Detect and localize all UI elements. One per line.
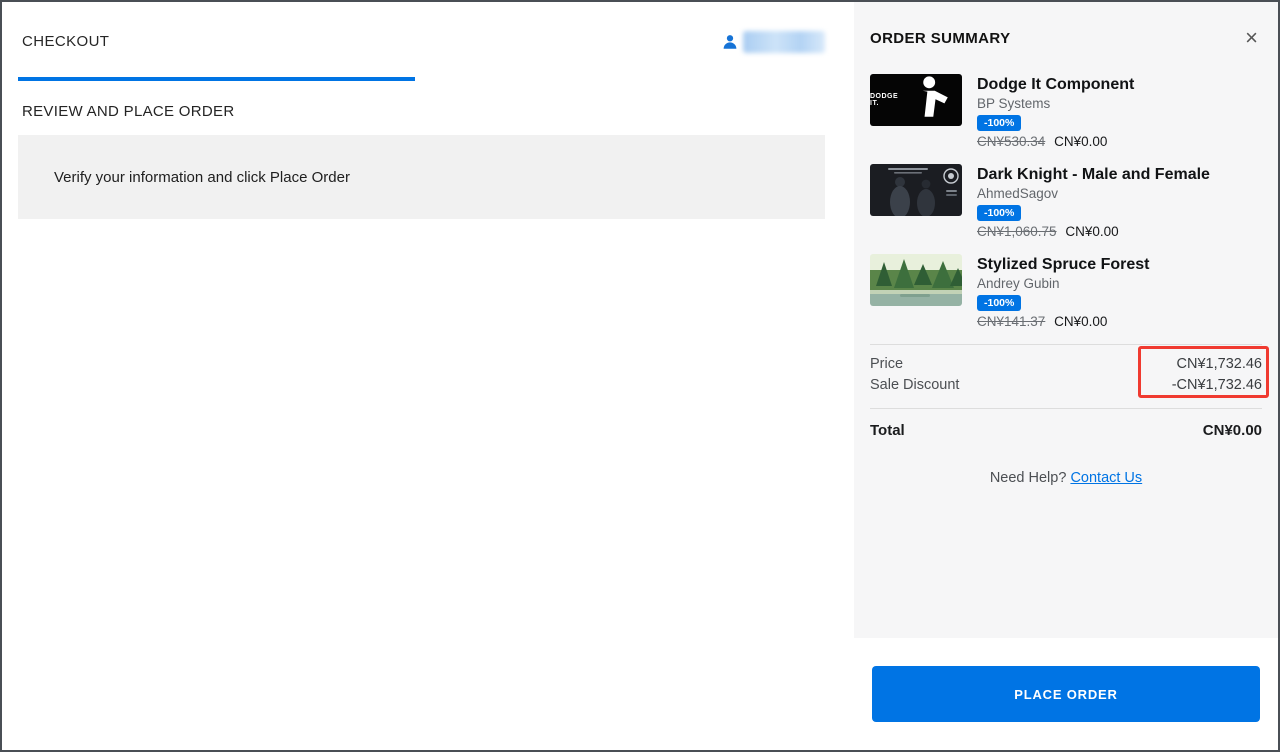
price-breakdown: Price CN¥1,732.46 Sale Discount -CN¥1,73…	[870, 344, 1269, 408]
user-chip[interactable]	[721, 30, 825, 53]
price-value: CN¥1,732.46	[1176, 356, 1262, 372]
item-original-price: CN¥530.34	[977, 134, 1046, 149]
item-price-line: CN¥1,060.75 CN¥0.00	[977, 224, 1210, 239]
dark-knight-art	[870, 164, 962, 216]
item-info: Stylized Spruce Forest Andrey Gubin -100…	[977, 254, 1150, 329]
verify-message: Verify your information and click Place …	[54, 168, 350, 186]
discount-badge: -100%	[977, 205, 1022, 221]
dodge-figure-icon	[922, 76, 948, 117]
user-icon	[723, 34, 737, 49]
discount-badge: -100%	[977, 115, 1022, 131]
verify-info-box: Verify your information and click Place …	[18, 135, 825, 219]
checkout-main: CHECKOUT REVIEW AND PLACE ORDER Verify y…	[2, 2, 854, 750]
panel-footer: PLACE ORDER	[854, 638, 1278, 750]
review-section-title: REVIEW AND PLACE ORDER	[22, 103, 235, 120]
close-icon[interactable]: ×	[1241, 25, 1262, 51]
item-thumbnail-dark-knight	[870, 164, 962, 216]
discount-badge: -100%	[977, 295, 1022, 311]
checkout-header: CHECKOUT	[18, 2, 825, 81]
thumbnail-label: DODGE IT.	[870, 93, 899, 107]
item-final-price: CN¥0.00	[1054, 134, 1108, 149]
checkout-tab[interactable]: CHECKOUT	[18, 33, 109, 50]
item-author: AhmedSagov	[977, 186, 1059, 201]
order-summary-header: ORDER SUMMARY ×	[870, 2, 1262, 74]
item-original-price: CN¥1,060.75	[977, 224, 1057, 239]
item-thumbnail-spruce-forest	[870, 254, 962, 306]
order-summary-title: ORDER SUMMARY	[870, 29, 1011, 47]
item-final-price: CN¥0.00	[1065, 224, 1119, 239]
help-line: Need Help? Contact Us	[870, 470, 1262, 486]
discount-label: Sale Discount	[870, 377, 960, 393]
price-label: Price	[870, 356, 904, 372]
item-original-price: CN¥141.37	[977, 314, 1046, 329]
item-title: Dark Knight - Male and Female	[977, 166, 1210, 183]
discount-value: -CN¥1,732.46	[1171, 377, 1262, 393]
help-text: Need Help?	[989, 470, 1067, 486]
item-author: Andrey Gubin	[977, 276, 1060, 291]
item-info: Dodge It Component BP Systems -100% CN¥5…	[977, 74, 1134, 149]
item-title: Dodge It Component	[977, 76, 1135, 93]
order-summary-panel: ORDER SUMMARY × DODGE IT. Dodge It Compo…	[854, 2, 1278, 750]
cart-item: Stylized Spruce Forest Andrey Gubin -100…	[870, 254, 1262, 329]
order-summary-body: ORDER SUMMARY × DODGE IT. Dodge It Compo…	[854, 2, 1278, 638]
price-row: Price CN¥1,732.46	[870, 354, 1262, 375]
discount-row: Sale Discount -CN¥1,732.46	[870, 375, 1262, 396]
total-label: Total	[870, 422, 905, 439]
cart-item: DODGE IT. Dodge It Component BP Systems …	[870, 74, 1262, 149]
total-row: Total CN¥0.00	[870, 408, 1262, 452]
total-value: CN¥0.00	[1202, 422, 1262, 439]
contact-us-link[interactable]: Contact Us	[1070, 470, 1142, 486]
forest-art	[870, 254, 962, 306]
item-info: Dark Knight - Male and Female AhmedSagov…	[977, 164, 1210, 239]
item-final-price: CN¥0.00	[1054, 314, 1108, 329]
item-thumbnail-dodge-it: DODGE IT.	[870, 74, 962, 126]
active-tab-indicator	[18, 77, 415, 81]
item-title: Stylized Spruce Forest	[977, 256, 1150, 273]
user-name-redacted	[743, 30, 825, 53]
item-price-line: CN¥530.34 CN¥0.00	[977, 134, 1134, 149]
item-author: BP Systems	[977, 96, 1051, 111]
place-order-button[interactable]: PLACE ORDER	[872, 666, 1260, 722]
checkout-page: CHECKOUT REVIEW AND PLACE ORDER Verify y…	[0, 0, 1280, 752]
cart-item: Dark Knight - Male and Female AhmedSagov…	[870, 164, 1262, 239]
item-price-line: CN¥141.37 CN¥0.00	[977, 314, 1150, 329]
